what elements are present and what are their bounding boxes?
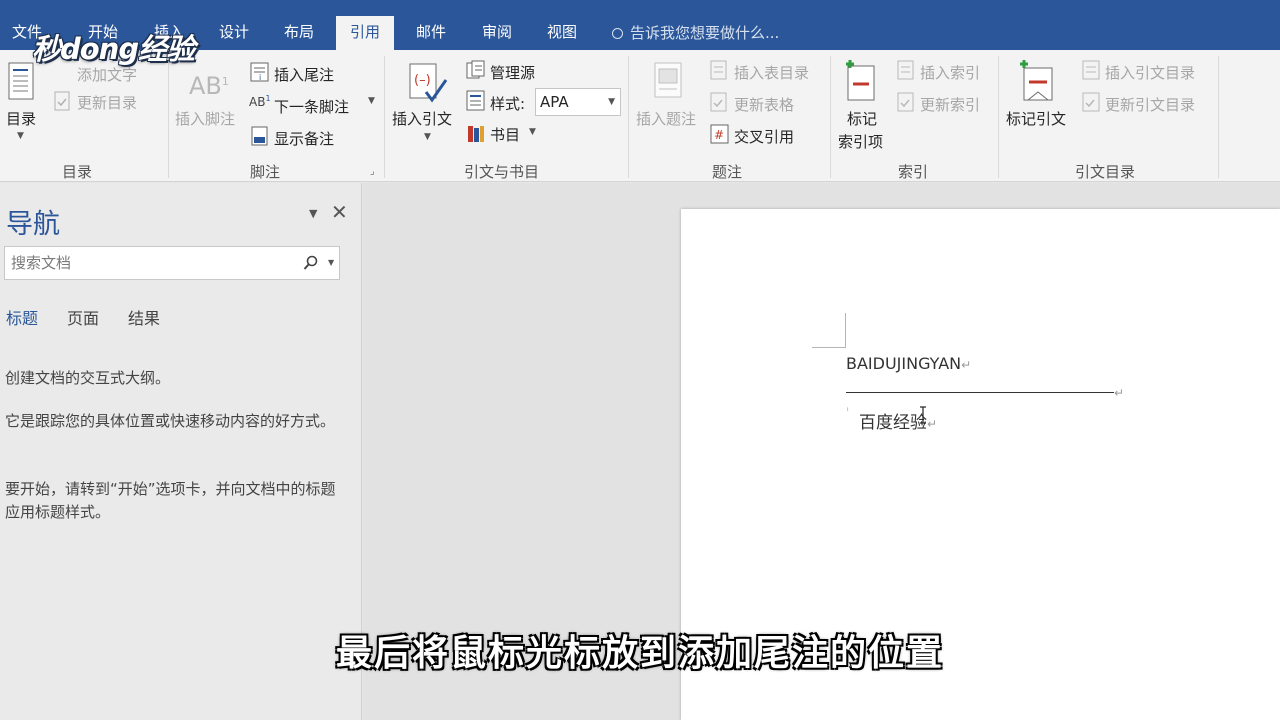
insert-index-icon bbox=[897, 60, 914, 80]
group-divider bbox=[628, 56, 629, 178]
nav-search-box[interactable]: ▼ bbox=[4, 246, 340, 280]
nav-tab-pages[interactable]: 页面 bbox=[67, 305, 99, 329]
chevron-down-icon: ▼ bbox=[608, 97, 615, 107]
group-divider bbox=[168, 56, 169, 178]
citation-style-icon bbox=[466, 90, 485, 111]
manage-sources-button[interactable]: 管理源 bbox=[490, 62, 535, 83]
search-icon[interactable] bbox=[303, 255, 319, 271]
bibliography-button[interactable]: 书目 bbox=[490, 124, 520, 145]
next-footnote-dropdown-icon[interactable]: ▼ bbox=[368, 96, 375, 106]
ribbon-references: 目录 ▼ 添加文字 更新目录 目录 AB1 插入脚注 i 插入尾注 AB1 下一… bbox=[0, 50, 1280, 182]
insert-caption-button[interactable]: 插入题注 bbox=[636, 108, 696, 129]
endnote-reference-mark: ⁱ bbox=[847, 407, 849, 417]
tab-mailings[interactable]: 邮件 bbox=[416, 16, 446, 50]
update-table-icon bbox=[710, 92, 727, 112]
toc-button[interactable]: 目录 bbox=[6, 108, 36, 129]
insert-caption-icon bbox=[654, 62, 682, 98]
tab-layout[interactable]: 布局 bbox=[284, 16, 314, 50]
bibliography-dropdown-icon[interactable]: ▼ bbox=[529, 127, 536, 137]
group-label-toa: 引文目录 bbox=[1075, 163, 1136, 181]
close-icon[interactable]: ✕ bbox=[331, 200, 348, 224]
tell-me-box[interactable]: 告诉我您想要做什么... bbox=[612, 16, 779, 50]
footnote-separator-line bbox=[846, 392, 1114, 393]
tab-view[interactable]: 视图 bbox=[547, 16, 577, 50]
group-divider bbox=[998, 56, 999, 178]
group-label-captions: 题注 bbox=[712, 163, 743, 181]
search-input[interactable] bbox=[5, 247, 295, 279]
nav-pane-title: 导航 bbox=[6, 209, 60, 240]
mark-entry-icon bbox=[846, 60, 875, 101]
insert-endnote-icon: i bbox=[250, 62, 269, 82]
nav-tab-headings[interactable]: 标题 bbox=[6, 305, 38, 329]
tab-references[interactable]: 引用 bbox=[336, 16, 395, 50]
update-toa-button[interactable]: 更新引文目录 bbox=[1105, 94, 1195, 115]
citation-style-select[interactable]: APA ▼ bbox=[535, 88, 621, 116]
table-of-contents-icon bbox=[8, 62, 34, 100]
group-divider bbox=[830, 56, 831, 178]
paragraph-mark: ↵ bbox=[927, 417, 938, 431]
update-toa-icon bbox=[1082, 92, 1100, 112]
watermark-logo: 秒dong经验 bbox=[32, 32, 195, 66]
update-table-button[interactable]: 更新表格 bbox=[734, 94, 794, 115]
next-footnote-icon: AB1 bbox=[249, 94, 271, 109]
svg-text:(–): (–) bbox=[414, 73, 431, 88]
group-divider bbox=[384, 56, 385, 178]
footnotes-dialog-launcher-icon[interactable]: ⌟ bbox=[370, 166, 375, 177]
search-options-dropdown-icon[interactable]: ▼ bbox=[328, 258, 334, 267]
update-toc-button[interactable]: 更新目录 bbox=[77, 92, 137, 113]
mark-citation-icon bbox=[1020, 60, 1053, 101]
toc-dropdown-arrow-icon[interactable]: ▼ bbox=[17, 131, 24, 141]
insert-citation-icon: (–) bbox=[409, 63, 448, 103]
group-label-toc: 目录 bbox=[62, 163, 93, 181]
svg-text:#: # bbox=[714, 128, 724, 142]
margin-crop-mark bbox=[812, 347, 846, 348]
show-notes-button[interactable]: 显示备注 bbox=[274, 128, 334, 149]
video-subtitle: 最后将鼠标光标放到添加尾注的位置 bbox=[335, 633, 944, 674]
tab-review[interactable]: 审阅 bbox=[482, 16, 512, 50]
group-label-citations: 引文与书目 bbox=[464, 163, 540, 181]
update-index-button[interactable]: 更新索引 bbox=[920, 94, 980, 115]
mark-entry-button-line2[interactable]: 索引项 bbox=[838, 131, 883, 152]
insert-footnote-button[interactable]: 插入脚注 bbox=[175, 108, 235, 129]
insert-toa-button[interactable]: 插入引文目录 bbox=[1105, 62, 1195, 83]
update-index-icon bbox=[897, 92, 914, 112]
tell-me-text: 告诉我您想要做什么... bbox=[630, 24, 780, 42]
insert-table-of-figures-button[interactable]: 插入表目录 bbox=[734, 62, 809, 83]
paragraph-mark: ↵ bbox=[1114, 386, 1125, 400]
next-footnote-button[interactable]: 下一条脚注 bbox=[274, 96, 349, 117]
insert-footnote-icon: AB1 bbox=[189, 72, 229, 100]
show-notes-icon bbox=[251, 126, 268, 146]
insert-index-button[interactable]: 插入索引 bbox=[920, 62, 980, 83]
mark-citation-button[interactable]: 标记引文 bbox=[1006, 108, 1066, 129]
nav-tab-results[interactable]: 结果 bbox=[128, 305, 160, 329]
document-heading-text[interactable]: BAIDUJINGYAN↵ bbox=[846, 354, 971, 373]
tab-design[interactable]: 设计 bbox=[219, 16, 249, 50]
insert-toa-icon bbox=[1082, 60, 1100, 80]
svg-text:i: i bbox=[259, 73, 261, 82]
nav-help-paragraph-1: 创建文档的交互式大纲。 bbox=[5, 369, 171, 387]
margin-crop-mark bbox=[845, 313, 846, 348]
group-label-index: 索引 bbox=[898, 163, 929, 181]
insert-endnote-button[interactable]: 插入尾注 bbox=[274, 64, 334, 85]
cross-reference-icon: # bbox=[710, 124, 729, 144]
mark-entry-button[interactable]: 标记 bbox=[847, 108, 877, 129]
group-divider bbox=[1218, 56, 1219, 178]
insert-table-of-figures-icon bbox=[710, 60, 727, 80]
bibliography-icon bbox=[468, 126, 484, 142]
nav-help-paragraph-3: 要开始，请转到“开始”选项卡，并向文档中的标题应用标题样式。 bbox=[5, 480, 336, 521]
ibeam-cursor-icon bbox=[920, 406, 926, 424]
nav-options-dropdown-icon[interactable]: ▼ bbox=[309, 207, 317, 220]
lightbulb-icon bbox=[612, 28, 623, 39]
group-label-footnotes: 脚注 bbox=[250, 163, 281, 181]
update-table-icon bbox=[54, 91, 70, 111]
nav-help-paragraph-2: 它是跟踪您的具体位置或快速移动内容的好方式。 bbox=[5, 412, 336, 430]
paragraph-mark: ↵ bbox=[961, 358, 972, 372]
style-label: 样式: bbox=[490, 95, 526, 113]
insert-citation-button[interactable]: 插入引文 bbox=[392, 108, 452, 129]
citation-style-value: APA bbox=[540, 93, 569, 111]
manage-sources-icon bbox=[466, 60, 485, 79]
cross-reference-button[interactable]: 交叉引用 bbox=[734, 126, 794, 147]
insert-citation-dropdown-icon[interactable]: ▼ bbox=[424, 132, 431, 142]
